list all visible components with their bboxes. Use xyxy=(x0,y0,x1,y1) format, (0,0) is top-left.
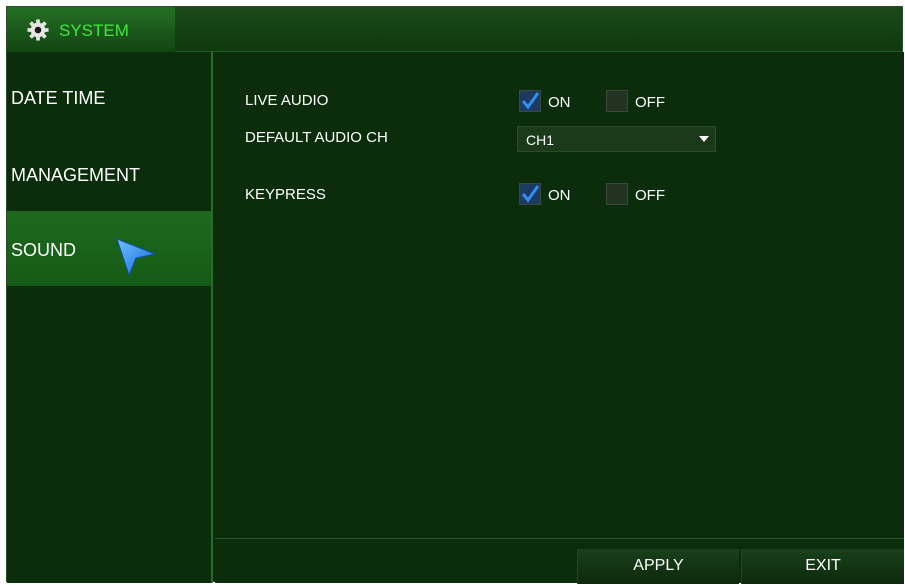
sound-settings-panel: LIVE AUDIO ON OFF DEFAULT AUDIO CH CH1 K… xyxy=(215,52,904,538)
keypress-on-checkbox[interactable] xyxy=(519,183,541,205)
footer-bar: APPLY EXIT xyxy=(215,538,904,584)
system-window: SYSTEM DATE TIME MANAGEMENT SOUND LIVE A… xyxy=(6,6,904,584)
checkmark-icon xyxy=(521,92,539,110)
window-title: SYSTEM xyxy=(59,21,129,40)
live-audio-on-checkbox[interactable] xyxy=(519,90,541,112)
exit-button[interactable]: EXIT xyxy=(741,549,904,584)
live-audio-label: LIVE AUDIO xyxy=(245,92,329,109)
checkmark-icon xyxy=(521,185,539,203)
sidebar-item-label: MANAGEMENT xyxy=(11,165,141,185)
sidebar-item-label: DATE TIME xyxy=(11,88,106,108)
title-tab: SYSTEM xyxy=(7,7,175,52)
mouse-cursor-icon xyxy=(116,238,157,277)
live-audio-off-checkbox[interactable] xyxy=(606,90,628,112)
keypress-on-label: ON xyxy=(548,187,571,204)
sidebar-item-label: SOUND xyxy=(11,240,77,260)
sidebar-item-sound[interactable]: SOUND xyxy=(7,211,211,286)
default-audio-ch-select[interactable]: CH1 xyxy=(517,126,716,152)
title-bar: SYSTEM xyxy=(7,7,902,52)
gear-icon xyxy=(27,19,49,41)
sidebar-item-management[interactable]: MANAGEMENT xyxy=(7,129,211,204)
keypress-off-label: OFF xyxy=(635,187,665,204)
sidebar: DATE TIME MANAGEMENT SOUND xyxy=(7,52,213,583)
apply-button[interactable]: APPLY xyxy=(577,549,739,584)
default-audio-ch-label: DEFAULT AUDIO CH xyxy=(245,129,388,146)
live-audio-on-label: ON xyxy=(548,94,571,111)
keypress-off-checkbox[interactable] xyxy=(606,183,628,205)
select-value: CH1 xyxy=(526,132,555,148)
keypress-label: KEYPRESS xyxy=(245,186,326,203)
live-audio-off-label: OFF xyxy=(635,94,665,111)
sidebar-item-date-time[interactable]: DATE TIME xyxy=(7,52,211,127)
chevron-down-icon xyxy=(699,136,709,142)
